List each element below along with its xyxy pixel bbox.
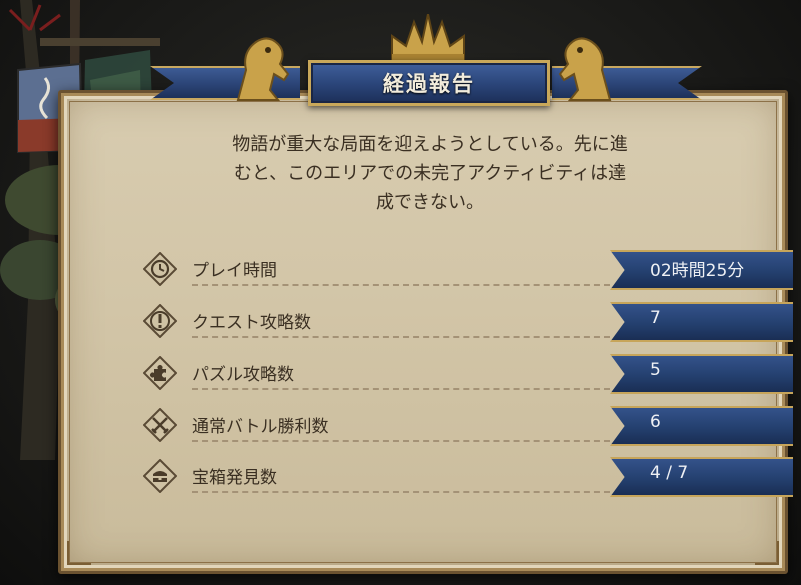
stat-row-quests: クエスト攻略数 7	[140, 302, 800, 342]
dashed-divider	[192, 491, 610, 493]
stat-value: 6	[650, 412, 661, 432]
exclamation-icon	[143, 304, 177, 338]
description-line: 物語が重大な局面を迎えようとしている。先に進	[232, 134, 628, 155]
clock-icon	[143, 252, 177, 286]
stat-label: プレイ時間	[192, 261, 277, 281]
puzzle-icon	[143, 356, 177, 390]
dashed-divider	[192, 440, 610, 442]
stat-value-tab	[610, 302, 793, 342]
panel-corner-ornament	[755, 541, 779, 565]
dialog-title: 経過報告	[383, 72, 475, 96]
dashed-divider	[192, 284, 610, 286]
stat-value-tab	[610, 354, 793, 394]
description-line: 成できない。	[376, 192, 484, 213]
stat-value-tab	[610, 457, 793, 497]
lion-crest-icon	[236, 37, 290, 101]
game-scene: 経過報告 物語が重大な局面を迎えようとしている。先に進 むと、このエリアでの未完…	[0, 0, 801, 585]
stat-value-tab	[610, 406, 793, 446]
stat-value: 4 / 7	[650, 463, 689, 483]
stat-row-puzzles: パズル攻略数 5	[140, 354, 800, 394]
treasure-chest-icon	[143, 459, 177, 493]
panel-corner-ornament	[67, 541, 91, 565]
stat-value: 5	[650, 360, 661, 380]
description-line: むと、このエリアでの未完了アクティビティは達	[233, 163, 627, 184]
lion-crest-icon	[558, 37, 612, 101]
title-banner: 経過報告	[150, 14, 702, 120]
stat-value: 7	[650, 308, 661, 328]
dialog-description: 物語が重大な局面を迎えようとしている。先に進 むと、このエリアでの未完了アクティ…	[170, 130, 690, 217]
title-plate: 経過報告	[308, 60, 550, 106]
stat-label: 宝箱発見数	[192, 468, 277, 488]
stat-row-play-time: プレイ時間 02時間25分	[140, 250, 800, 290]
stat-label: パズル攻略数	[192, 365, 294, 385]
stat-label: クエスト攻略数	[192, 313, 311, 333]
dashed-divider	[192, 336, 610, 338]
crown-icon	[391, 14, 465, 61]
stat-label: 通常バトル勝利数	[192, 417, 329, 437]
stat-row-chests: 宝箱発見数 4 / 7	[140, 457, 800, 497]
crossed-swords-icon	[143, 408, 177, 442]
stat-row-battles: 通常バトル勝利数 6	[140, 406, 800, 446]
dashed-divider	[192, 388, 610, 390]
stat-value: 02時間25分	[650, 261, 745, 281]
